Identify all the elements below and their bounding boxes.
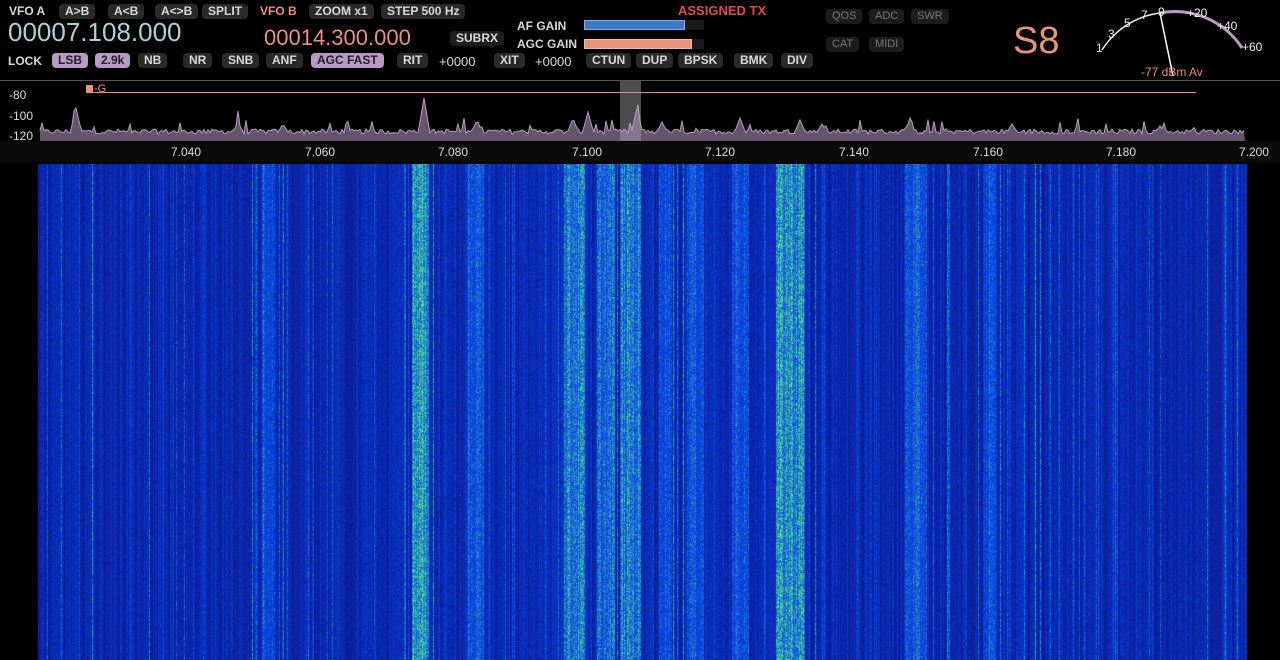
ctun-button[interactable]: CTUN xyxy=(586,53,632,68)
s-meter-dbm: -77 dBm Av xyxy=(1141,65,1203,79)
spectrum-line xyxy=(39,97,1245,136)
s-meter-scale-label: +40 xyxy=(1217,19,1238,33)
agc-button[interactable]: AGC FAST xyxy=(311,53,384,68)
s-meter-scale-label: 9 xyxy=(1158,5,1165,19)
split-button[interactable]: SPLIT xyxy=(202,4,249,19)
s-meter-reading: S8 xyxy=(1013,20,1060,62)
mode-lsb-button[interactable]: LSB xyxy=(52,53,88,68)
freq-tick: 7.060 xyxy=(304,145,336,159)
freq-tick: 7.200 xyxy=(1238,145,1270,159)
af-gain-label: AF GAIN xyxy=(517,19,567,33)
zoom-button[interactable]: ZOOM x1 xyxy=(309,4,374,19)
rit-value[interactable]: +0000 xyxy=(439,54,476,69)
qos-button[interactable]: QOS xyxy=(826,9,863,24)
assigned-tx-label: ASSIGNED TX xyxy=(678,3,767,18)
s-meter-dial: 1 3 5 7 9 +20 +40 +60 -77 dBm Av xyxy=(1096,5,1263,79)
midi-button[interactable]: MIDI xyxy=(869,37,905,52)
s-meter-scale-label: 3 xyxy=(1108,27,1115,41)
nr-button[interactable]: NR xyxy=(183,53,213,68)
s-meter-scale-label: +60 xyxy=(1242,40,1263,54)
subrx-button[interactable]: SUBRX xyxy=(450,31,505,46)
filter-button[interactable]: 2.9k xyxy=(95,53,131,68)
xit-button[interactable]: XIT xyxy=(494,53,525,68)
af-gain-slider[interactable] xyxy=(584,20,704,30)
agc-gain-slider[interactable] xyxy=(584,39,704,49)
s-meter-scale-label: 7 xyxy=(1141,8,1148,22)
spectrum-fill xyxy=(40,98,1245,141)
freq-tick: 7.160 xyxy=(972,145,1004,159)
freq-tick: 7.180 xyxy=(1105,145,1137,159)
vfo-b-frequency[interactable]: 00014.300.000 xyxy=(264,25,411,51)
rit-button[interactable]: RIT xyxy=(397,53,429,68)
agc-gain-label: AGC GAIN xyxy=(517,37,577,51)
div-button[interactable]: DIV xyxy=(781,53,814,68)
freq-tick: 7.040 xyxy=(170,145,202,159)
swr-button[interactable]: SWR xyxy=(911,9,949,24)
waterfall-display[interactable] xyxy=(0,164,1280,660)
lock-label[interactable]: LOCK xyxy=(8,54,42,68)
adc-button[interactable]: ADC xyxy=(869,9,905,24)
af-gain-fill xyxy=(584,20,685,30)
bpsk-button[interactable]: BPSK xyxy=(678,53,724,68)
frequency-axis: 7.040 7.060 7.080 7.100 7.120 7.140 7.16… xyxy=(0,142,1280,162)
freq-tick: 7.080 xyxy=(437,145,469,159)
snb-button[interactable]: SNB xyxy=(222,53,260,68)
vfo-a-label: VFO A xyxy=(9,4,46,18)
xit-value[interactable]: +0000 xyxy=(535,54,572,69)
dup-button[interactable]: DUP xyxy=(636,53,674,68)
anf-button[interactable]: ANF xyxy=(266,53,303,68)
step-button[interactable]: STEP 500 Hz xyxy=(381,4,466,19)
s-meter-scale-label: 1 xyxy=(1096,41,1103,55)
cat-button[interactable]: CAT xyxy=(826,37,860,52)
vfo-b-label: VFO B xyxy=(260,4,297,18)
s-meter-scale-label: +20 xyxy=(1187,6,1208,20)
freq-tick: 7.140 xyxy=(838,145,870,159)
freq-tick: 7.120 xyxy=(704,145,736,159)
freq-tick: 7.100 xyxy=(571,145,603,159)
vfo-a-frequency[interactable]: 00007.108.000 xyxy=(8,17,182,48)
nb-button[interactable]: NB xyxy=(138,53,168,68)
agc-gain-fill xyxy=(584,39,692,49)
spectrum-trace xyxy=(39,97,1245,141)
s-meter-scale-label: 5 xyxy=(1124,16,1131,30)
bmk-button[interactable]: BMK xyxy=(734,53,774,68)
